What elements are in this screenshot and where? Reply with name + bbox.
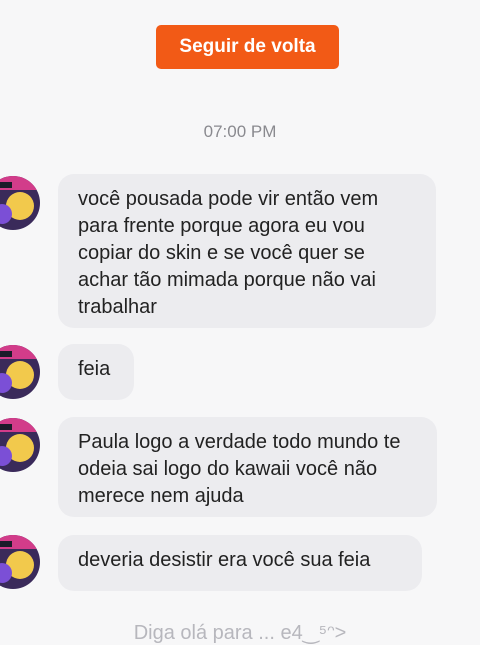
message-bubble[interactable]: Paula logo a verdade todo mundo te odeia… [58,417,437,517]
message-bubble[interactable]: você pousada pode vir então vem para fre… [58,174,436,328]
message-text: Paula logo a verdade todo mundo te odeia… [78,431,401,507]
composer-placeholder[interactable]: Diga olá para ... e4‿⁵ᵔ> [0,620,480,645]
avatar[interactable] [0,176,40,230]
avatar[interactable] [0,345,40,399]
avatar-icon [0,535,40,589]
avatar[interactable] [0,418,40,472]
avatar-icon [0,418,40,472]
message-bubble[interactable]: feia [58,344,134,400]
avatar[interactable] [0,535,40,589]
avatar-icon [0,345,40,399]
avatar-icon [0,176,40,230]
message-text: feia [78,358,111,380]
message-text: você pousada pode vir então vem para fre… [78,188,379,318]
message-text: deveria desistir era você sua feia [78,549,371,571]
message-bubble[interactable]: deveria desistir era você sua feia [58,535,422,591]
follow-back-button[interactable]: Seguir de volta [156,25,339,69]
message-timestamp: 07:00 PM [203,122,277,141]
